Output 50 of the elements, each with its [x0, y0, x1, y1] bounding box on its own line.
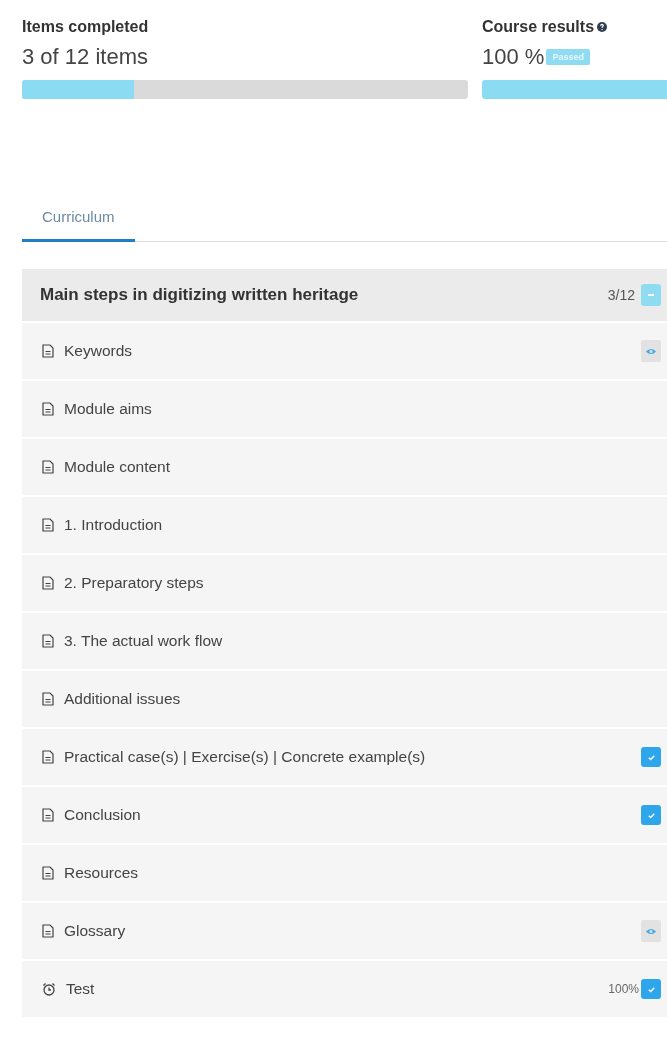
lesson-row[interactable]: Module content — [22, 437, 667, 495]
lesson-title: 3. The actual work flow — [64, 632, 224, 650]
module-count: 3/12 — [607, 287, 635, 303]
stat-title: Course results — [482, 18, 595, 36]
document-icon — [42, 402, 54, 416]
lesson-row[interactable]: Practical case(s) | Exercise(s) | Concrete example(s) — [22, 727, 667, 785]
lesson-row[interactable]: Resources — [22, 843, 667, 901]
lesson-title: Test — [66, 980, 96, 998]
stat-title: Items completed — [22, 17, 150, 37]
lesson-title: Additional issues — [64, 690, 182, 708]
lesson-title: Glossary — [64, 922, 127, 940]
lesson-row[interactable]: Test 100% — [22, 959, 667, 1017]
lesson-row[interactable]: Module aims — [22, 379, 667, 437]
document-icon — [42, 576, 54, 590]
lesson-title: Keywords — [64, 342, 134, 360]
check-icon — [646, 752, 656, 762]
document-icon — [42, 866, 54, 880]
check-icon — [646, 984, 656, 994]
lesson-title: 1. Introduction — [64, 516, 164, 534]
stat-value: 3 of 12 items — [22, 43, 149, 71]
alarm-clock-icon — [42, 982, 56, 996]
lesson-row[interactable]: Keywords — [22, 321, 667, 379]
check-icon — [646, 810, 656, 820]
document-icon — [42, 692, 54, 706]
tab[interactable]: Curriculum — [22, 196, 135, 242]
lesson-row[interactable]: 1. Introduction — [22, 495, 667, 553]
module-title: Main steps in digitizing written heritage — [40, 285, 360, 305]
status-badge: Passed — [546, 49, 590, 65]
lesson-title: 2. Preparatory steps — [64, 574, 205, 592]
lesson-title: Conclusion — [64, 806, 142, 824]
lesson-row[interactable]: 2. Preparatory steps — [22, 553, 667, 611]
lesson-title: Module aims — [64, 400, 153, 418]
lesson-row[interactable]: Glossary — [22, 901, 667, 959]
lesson-row[interactable]: Additional issues — [22, 669, 667, 727]
lesson-title: Module content — [64, 458, 171, 476]
help-icon[interactable] — [597, 22, 608, 32]
document-icon — [42, 808, 54, 822]
document-icon — [42, 634, 54, 648]
stat-value: 100 % — [482, 43, 545, 71]
lesson-row[interactable]: 3. The actual work flow — [22, 611, 667, 669]
document-icon — [42, 924, 54, 938]
score-text: 100% — [608, 982, 639, 996]
document-icon — [42, 460, 54, 474]
document-icon — [42, 518, 54, 532]
document-icon — [42, 750, 54, 764]
lesson-row[interactable]: Conclusion — [22, 785, 667, 843]
module-header[interactable]: Main steps in digitizing written heritage 3/12 — [22, 269, 667, 321]
lesson-title: Practical case(s) | Exercise(s) | Concrete example(s) — [64, 748, 427, 766]
document-icon — [42, 344, 54, 358]
lesson-title: Resources — [64, 864, 140, 882]
